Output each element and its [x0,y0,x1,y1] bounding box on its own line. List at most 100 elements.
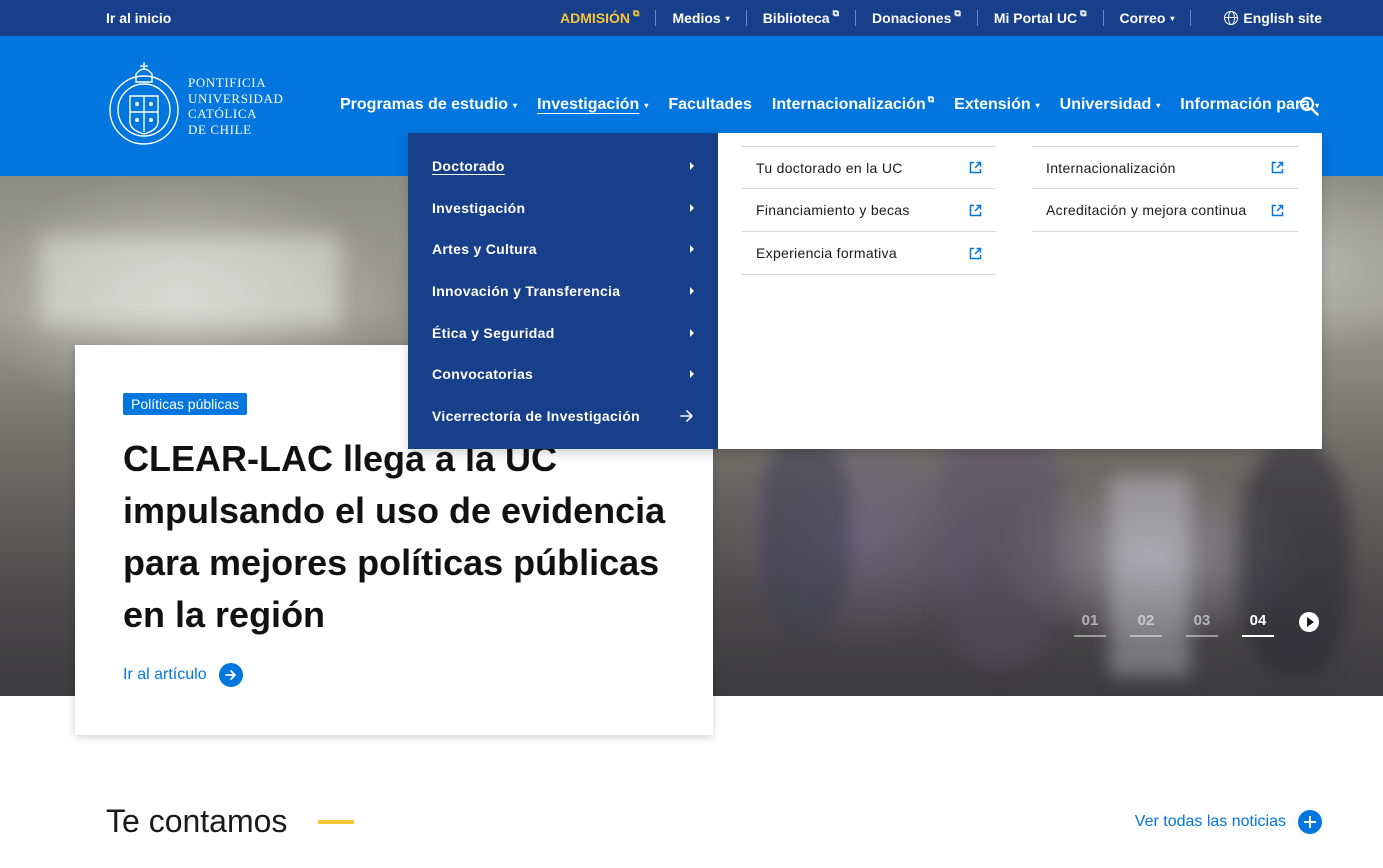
chevron-down-icon: ▾ [644,100,649,110]
dropdown-link-label: Financiamiento y becas [756,202,910,218]
plus-icon [1298,810,1322,834]
slide-indicator-2[interactable]: 02 [1130,612,1162,637]
external-link-icon [969,161,982,174]
read-article-link[interactable]: Ir al artículo [123,663,243,687]
dropdown-categories: Doctorado Investigación Artes y Cultura … [408,133,718,449]
chevron-down-icon: ▾ [1170,13,1175,23]
dropdown-link-label: Internacionalización [1046,159,1176,176]
university-logo[interactable]: PONTIFICIA UNIVERSIDAD CATÓLICA DE CHILE [106,56,283,156]
dropdown-category-investigacion[interactable]: Investigación [432,200,694,216]
section-accent-divider [318,820,354,824]
category-label: Vicerrectoría de Investigación [432,408,640,424]
all-news-link[interactable]: Ver todas las noticias [1135,810,1322,834]
logo-line-4: DE CHILE [188,121,252,137]
slide-indicator-1[interactable]: 01 [1074,612,1106,637]
nav-informacion-para-label: Información para [1180,96,1311,113]
dropdown-category-artes[interactable]: Artes y Cultura [432,241,694,257]
category-label: Artes y Cultura [432,241,537,257]
nav-facultades-label: Facultades [668,96,752,113]
dropdown-link-experiencia[interactable]: Experiencia formativa [742,232,996,275]
caret-right-icon [690,204,694,212]
logo-line-2: UNIVERSIDAD [188,90,284,106]
biblioteca-link[interactable]: Biblioteca ⧉ [747,8,857,26]
slide-indicator-4[interactable]: 04 [1242,612,1274,637]
nav-internacionalizacion-label: Internacionalización [771,96,926,113]
category-tag[interactable]: Políticas públicas [123,393,248,415]
english-site-link[interactable]: English site [1208,10,1322,26]
nav-investigacion[interactable]: Investigación ▾ [537,96,648,114]
hero-photo-blur [40,236,340,326]
utility-bar: Ir al inicio ADMISIÓN ⧉ Medios ▾ Bibliotec… [0,0,1383,36]
medios-menu[interactable]: Medios ▾ [656,10,747,26]
donaciones-link[interactable]: Donaciones ⧉ [856,7,978,26]
category-label: Innovación y Transferencia [432,283,621,299]
dropdown-category-innovacion[interactable]: Innovación y Transferencia [432,283,694,299]
correo-menu[interactable]: Correo ▾ [1104,10,1192,26]
arrow-right-icon [680,410,693,422]
dropdown-link-label: Acreditación y mejora continua [1046,202,1247,218]
dropdown-category-convocatorias[interactable]: Convocatorias [432,366,694,382]
nav-extension-label: Extensión [954,96,1031,113]
category-label: Convocatorias [432,366,534,382]
caret-right-icon [690,329,694,337]
donaciones-label: Donaciones [872,10,952,26]
nav-extension[interactable]: Extensión ▾ [954,96,1039,114]
hero-photo-blur [760,436,850,636]
caret-right-icon [690,162,694,170]
category-label: Doctorado [432,158,505,174]
nav-facultades[interactable]: Facultades [668,96,752,114]
nav-programas[interactable]: Programas de estudio ▾ [340,96,517,114]
play-icon[interactable] [1299,612,1319,632]
external-link-icon [969,204,982,216]
chevron-down-icon: ▾ [725,13,730,23]
mi-portal-label: Mi Portal UC [993,10,1078,26]
dropdown-link-label: Tu doctorado en la UC [756,159,903,176]
medios-label: Medios [672,10,721,26]
investigacion-dropdown: Doctorado Investigación Artes y Cultura … [408,133,1322,449]
dropdown-link-tu-doctorado[interactable]: Tu doctorado en la UC [742,146,996,189]
dropdown-link-financiamiento[interactable]: Financiamiento y becas [742,189,996,232]
search-icon[interactable] [1299,96,1319,116]
category-label: Ética y Seguridad [432,325,555,341]
english-site-label: English site [1243,10,1322,26]
dropdown-link-internacionalizacion[interactable]: Internacionalización [1032,146,1298,189]
mi-portal-link[interactable]: Mi Portal UC ⧉ [978,8,1104,26]
article-title: CLEAR-LAC llega a la UC impulsando el us… [123,438,666,635]
main-nav: Programas de estudio ▾ Investigación ▾ Fac… [340,93,1339,114]
nav-programas-label: Programas de estudio [340,96,509,113]
chevron-down-icon: ▾ [513,100,518,110]
slider-pagination: 01 02 03 04 [1074,612,1298,637]
correo-label: Correo [1119,10,1166,26]
globe-icon [1224,11,1239,25]
admision-label: ADMISIÓN [560,10,630,26]
read-article-label: Ir al artículo [123,666,207,683]
slide-indicator-3[interactable]: 03 [1186,612,1218,637]
dropdown-link-acreditacion[interactable]: Acreditación y mejora continua [1032,189,1298,232]
external-link-icon [1271,161,1284,174]
biblioteca-label: Biblioteca [762,10,830,26]
dropdown-category-vicerrectoria[interactable]: Vicerrectoría de Investigación [432,408,694,424]
caret-right-icon [690,287,694,295]
dropdown-links-column-1: Tu doctorado en la UC Financiamiento y b… [742,146,996,275]
dropdown-category-doctorado[interactable]: Doctorado [432,158,694,174]
home-link[interactable]: Ir al inicio [106,10,171,26]
external-link-icon [969,247,982,259]
nav-universidad[interactable]: Universidad ▾ [1060,96,1161,114]
section-title: Te contamos [106,803,288,839]
chevron-down-icon: ▾ [1156,100,1161,110]
admision-link[interactable]: ADMISIÓN ⧉ [544,8,657,26]
category-label: Investigación [432,200,526,216]
university-seal-icon [109,62,179,145]
logo-line-1: PONTIFICIA [188,75,267,90]
external-link-icon [1271,204,1284,216]
logo-line-3: CATÓLICA [188,106,258,121]
external-link-icon: ⧉ [927,93,935,104]
hero-photo-blur [1240,446,1350,676]
dropdown-link-label: Experiencia formativa [756,245,897,261]
external-link-icon: ⧉ [954,7,961,18]
nav-internacionalizacion[interactable]: Internacionalización ⧉ [771,93,935,114]
university-name: PONTIFICIA UNIVERSIDAD CATÓLICA DE CHILE [188,75,283,137]
nav-investigacion-label: Investigación [537,96,640,113]
dropdown-category-etica[interactable]: Ética y Seguridad [432,325,694,341]
dropdown-links-column-2: Internacionalización Acreditación y mejo… [1032,146,1298,232]
